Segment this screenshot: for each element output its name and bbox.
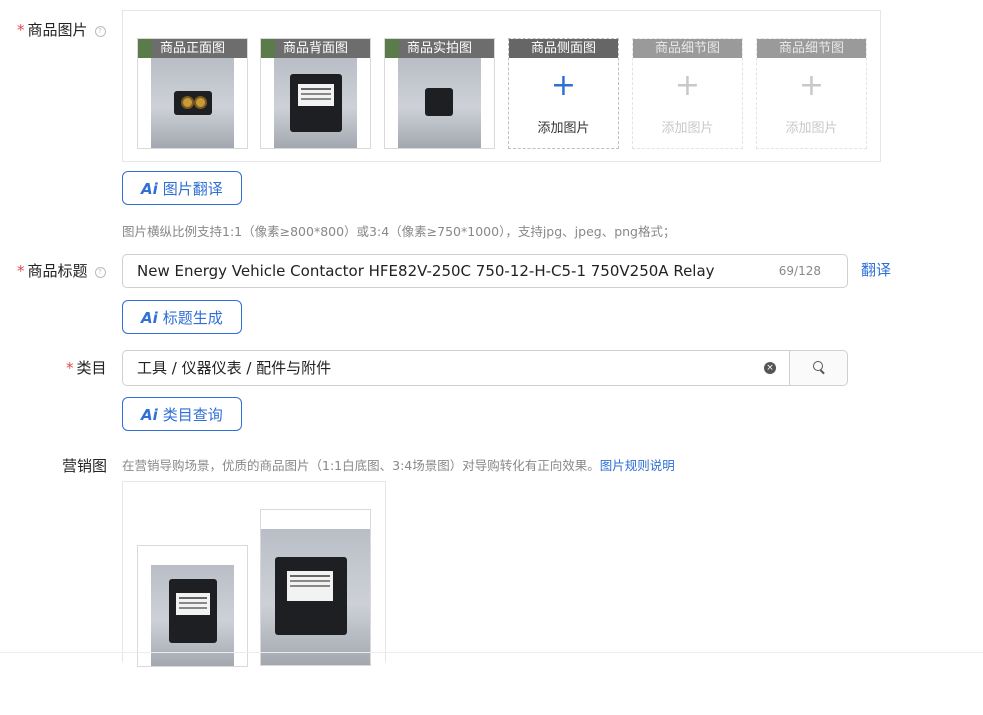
bottom-divider	[0, 652, 983, 653]
plus-icon: +	[550, 68, 577, 103]
category-label: * 类目	[66, 359, 107, 377]
add-image-label: 添加图片	[537, 121, 590, 136]
image-slot-front[interactable]: 商品正面图	[137, 38, 248, 149]
product-photo-back	[274, 58, 357, 148]
marketing-hint: 在营销导购场景，优质的商品图片（1:1白底图、3:4场景图）对导购转化有正向效果…	[122, 458, 675, 473]
category-search-button[interactable]	[789, 350, 848, 386]
category-value: 工具 / 仪器仪表 / 配件与附件	[137, 359, 332, 377]
question-circle-icon[interactable]: ?	[94, 267, 106, 278]
add-image-label: 添加图片	[785, 121, 838, 136]
image-translate-button[interactable]: Ai 图片翻译	[122, 171, 242, 205]
image-slot-real-shot[interactable]: 商品实拍图	[384, 38, 495, 149]
title-translate-link[interactable]: 翻译	[861, 259, 891, 280]
marketing-photo-scene	[261, 529, 370, 665]
ai-icon: Ai	[141, 180, 158, 198]
image-slot-detail-1: 商品细节图 + 添加图片	[632, 38, 743, 149]
plus-icon: +	[798, 68, 825, 103]
char-counter: 69/128	[778, 264, 821, 278]
product-photo-front	[151, 58, 234, 148]
marketing-images-panel: 1:1白底图 3:4场景图	[122, 481, 386, 667]
image-slot-caption: 商品细节图	[633, 39, 742, 58]
ai-icon: Ai	[141, 406, 158, 424]
product-title-input[interactable]: New Energy Vehicle Contactor HFE82V-250C…	[122, 254, 848, 288]
image-format-hint: 图片横纵比例支持1:1（像素≥800*800）或3:4（像素≥750*1000）…	[122, 224, 676, 239]
product-photo-real-shot	[398, 58, 481, 148]
image-slot-back[interactable]: 商品背面图	[260, 38, 371, 149]
product-images-panel: 商品正面图 商品背面图 商品实拍图 商品侧面图 + 添加图片 商品细节图 + 添	[122, 10, 881, 162]
image-slot-caption: 商品细节图	[757, 39, 866, 58]
marketing-image-caption: 1:1白底图	[162, 548, 223, 563]
marketing-image-caption: 3:4场景图	[285, 512, 346, 527]
clear-icon[interactable]: ×	[764, 362, 776, 374]
image-slot-detail-2: 商品细节图 + 添加图片	[756, 38, 867, 149]
product-images-label: * 商品图片?	[17, 19, 106, 40]
category-input[interactable]: 工具 / 仪器仪表 / 配件与附件 ×	[122, 350, 790, 386]
product-title-value: New Energy Vehicle Contactor HFE82V-250C…	[137, 262, 715, 280]
add-image-label: 添加图片	[661, 121, 714, 136]
image-rules-link[interactable]: 图片规则说明	[600, 458, 675, 473]
search-icon	[813, 361, 823, 371]
question-circle-icon[interactable]: ?	[94, 26, 106, 37]
image-slot-caption: 商品背面图	[261, 39, 370, 58]
marketing-label: 营销图	[62, 457, 108, 475]
image-slot-caption: 商品实拍图	[385, 39, 494, 58]
ai-icon: Ai	[141, 309, 158, 327]
image-slot-side[interactable]: 商品侧面图 + 添加图片	[508, 38, 619, 149]
product-title-label: * 商品标题?	[17, 260, 106, 281]
marketing-image-1x1[interactable]: 1:1白底图	[137, 545, 248, 667]
title-generate-button[interactable]: Ai 标题生成	[122, 300, 242, 334]
image-slot-caption: 商品正面图	[138, 39, 247, 58]
marketing-photo-white-bg	[151, 565, 234, 666]
marketing-image-3x4[interactable]: 3:4场景图	[260, 509, 371, 666]
plus-icon: +	[674, 68, 701, 103]
image-slot-caption: 商品侧面图	[509, 39, 618, 58]
category-query-button[interactable]: Ai 类目查询	[122, 397, 242, 431]
